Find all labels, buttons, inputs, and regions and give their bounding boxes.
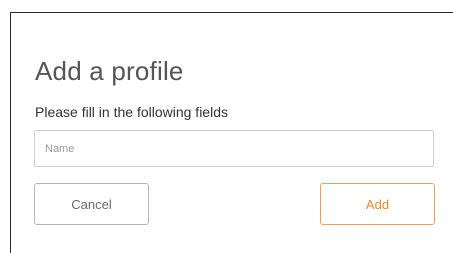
frame-top-border — [10, 12, 453, 13]
dialog-subtitle: Please fill in the following fields — [35, 104, 228, 120]
dialog-title: Add a profile — [35, 56, 184, 86]
cancel-button[interactable]: Cancel — [34, 183, 149, 225]
name-input[interactable] — [34, 130, 434, 167]
profile-dialog: Add a profile Please fill in the followi… — [0, 0, 453, 253]
add-button[interactable]: Add — [320, 183, 435, 225]
frame-left-border — [10, 12, 11, 253]
